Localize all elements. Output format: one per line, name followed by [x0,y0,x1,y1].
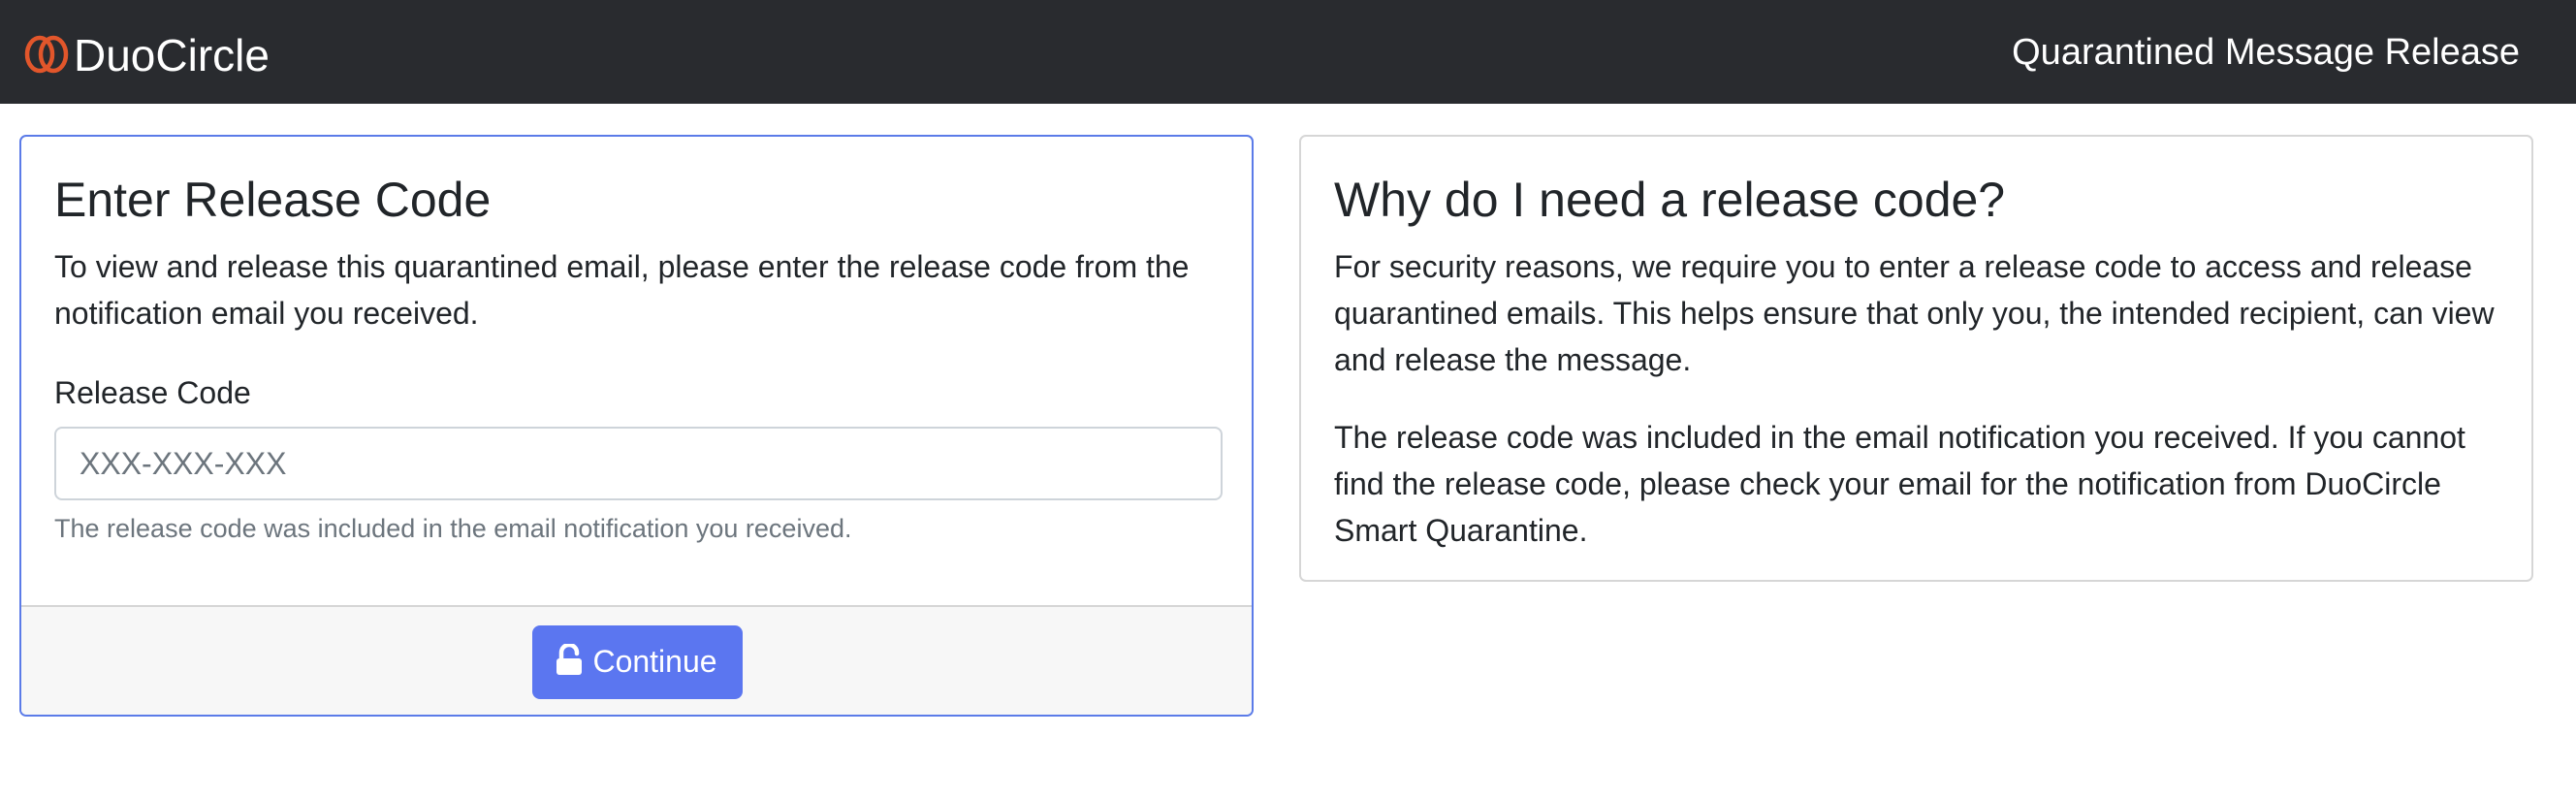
info-paragraph-find-code: The release code was included in the ema… [1334,420,2465,548]
release-code-card-footer: Continue [21,605,1252,715]
info-paragraph-security: For security reasons, we require you to … [1334,249,2495,377]
top-navbar: DuoCircle Quarantined Message Release [0,0,2576,104]
brand[interactable]: DuoCircle [23,0,270,104]
release-code-label: Release Code [54,375,251,410]
brand-name: DuoCircle [74,29,270,80]
page-header-title: Quarantined Message Release [2012,32,2520,73]
release-code-card: Enter Release Code To view and release t… [19,135,1254,717]
continue-button[interactable]: Continue [532,624,743,699]
duocircle-rings-logo [24,35,69,73]
release-code-title: Enter Release Code [54,173,492,227]
release-code-help-text: The release code was included in the ema… [54,514,852,543]
continue-button-label: Continue [592,644,717,679]
unlock-icon [557,644,583,675]
release-code-info-card: Why do I need a release code? For securi… [1299,135,2533,582]
release-code-description: To view and release this quarantined ema… [54,249,1190,331]
release-code-input[interactable] [54,427,1223,500]
info-title: Why do I need a release code? [1334,173,2006,227]
